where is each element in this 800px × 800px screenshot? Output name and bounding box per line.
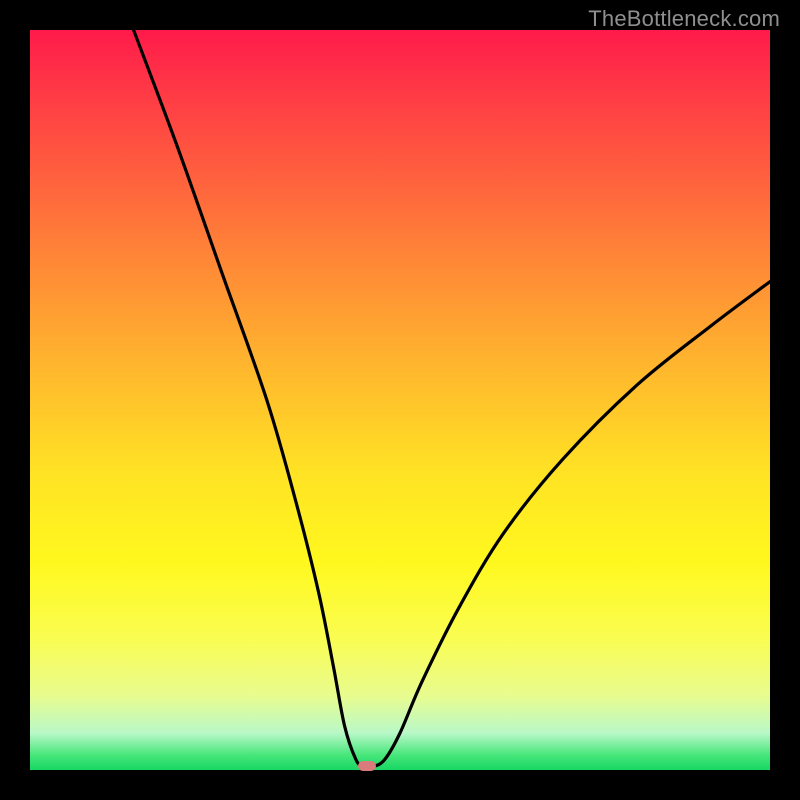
bottleneck-curve	[30, 30, 770, 770]
watermark-text: TheBottleneck.com	[588, 6, 780, 32]
min-marker	[358, 761, 376, 771]
outer-frame: TheBottleneck.com	[0, 0, 800, 800]
